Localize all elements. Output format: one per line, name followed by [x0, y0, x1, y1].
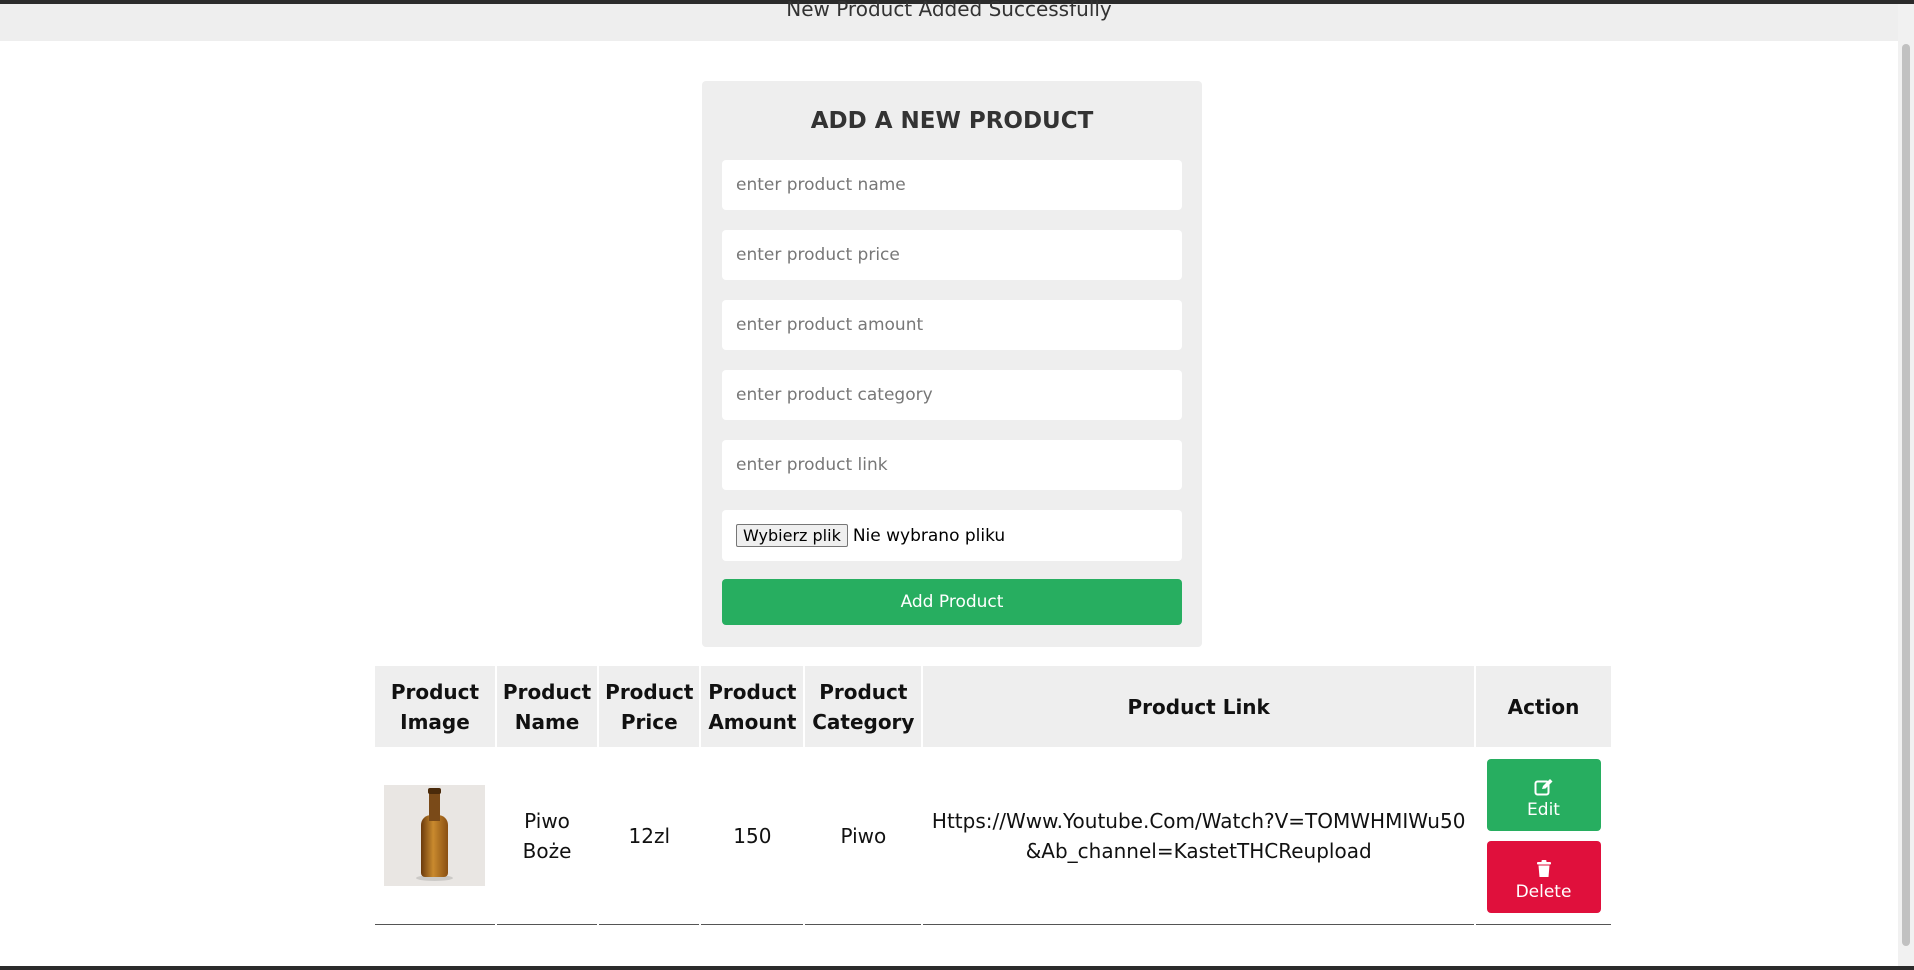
trash-icon: [1536, 859, 1551, 877]
header-product-name: Product Name: [496, 666, 598, 747]
product-category-input[interactable]: [722, 370, 1182, 420]
header-product-amount: Product Amount: [701, 666, 804, 747]
header-product-category: Product Category: [805, 666, 922, 747]
window-bottom-border: [0, 966, 1914, 970]
product-price-input[interactable]: [722, 230, 1182, 280]
product-name-cell: Piwo Boże: [496, 747, 598, 925]
product-amount-input[interactable]: [722, 300, 1182, 350]
success-message-text: New Product Added Successfully: [786, 0, 1112, 21]
table-header-row: Product Image Product Name Product Price…: [375, 666, 1611, 747]
product-image-cell: [375, 747, 495, 925]
product-link-cell: Https://Www.Youtube.Com/Watch?V=TOMWHMIW…: [923, 747, 1475, 925]
add-product-button[interactable]: Add Product: [722, 579, 1182, 625]
product-name-input[interactable]: [722, 160, 1182, 210]
product-category-cell: Piwo: [805, 747, 922, 925]
file-status-label: Nie wybrano pliku: [852, 525, 1006, 546]
product-link-input[interactable]: [722, 440, 1182, 490]
header-product-price: Product Price: [599, 666, 700, 747]
add-product-form: ADD A NEW PRODUCT Wybierz plik Nie wybra…: [702, 81, 1202, 647]
header-product-image: Product Image: [375, 666, 495, 747]
form-title: ADD A NEW PRODUCT: [810, 108, 1094, 134]
header-product-link: Product Link: [923, 666, 1475, 747]
success-message-bar: New Product Added Successfully: [0, 0, 1898, 41]
product-image-file-input: Wybierz plik Nie wybrano pliku: [722, 510, 1182, 561]
beer-bottle-image: [384, 785, 486, 886]
vertical-scrollbar[interactable]: [1898, 4, 1914, 966]
edit-button[interactable]: Edit: [1486, 758, 1601, 831]
action-cell: Edit Delete: [1476, 747, 1611, 925]
scrollbar-thumb[interactable]: [1902, 44, 1910, 946]
products-table: Product Image Product Name Product Price…: [373, 666, 1613, 925]
table-row: Piwo Boże 12zl 150 Piwo Https://Www.Yout…: [375, 747, 1611, 925]
product-amount-cell: 150: [701, 747, 804, 925]
header-action: Action: [1476, 666, 1611, 747]
choose-file-button[interactable]: Wybierz plik: [736, 524, 848, 547]
delete-button-label: Delete: [1515, 881, 1572, 902]
edit-icon: [1534, 778, 1553, 795]
delete-button[interactable]: Delete: [1486, 840, 1601, 913]
product-price-cell: 12zl: [599, 747, 700, 925]
edit-button-label: Edit: [1527, 799, 1560, 820]
